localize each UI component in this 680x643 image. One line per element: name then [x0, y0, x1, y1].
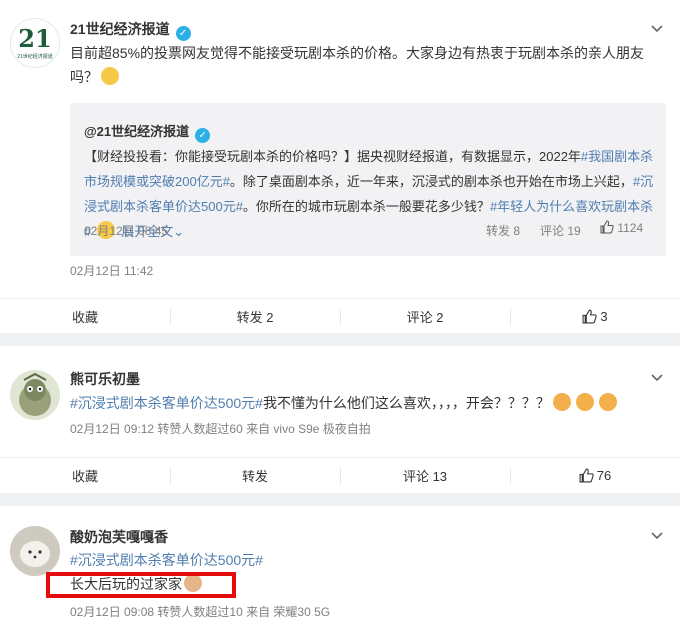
- dog-emoji-icon: [575, 393, 594, 411]
- thumbs-up-icon: [579, 468, 594, 483]
- post-topic: #沉浸式剧本杀客单价达500元#: [70, 548, 660, 572]
- thumbs-up-icon: [582, 309, 598, 324]
- quoted-repost[interactable]: 转发 8: [486, 222, 520, 239]
- quoted-post[interactable]: @21世纪经济报道 ✓ 【财经投投看：你能接受玩剧本杀的价格吗？】据央视财经报道，…: [70, 103, 666, 256]
- weibo-card-2: 熊可乐初墨 #沉浸式剧本杀客单价达500元#我不懂为什么他们这么喜欢，，，，开会…: [0, 346, 680, 493]
- author-name[interactable]: 21世纪经济报道 ✓: [70, 19, 191, 41]
- quoted-like-count[interactable]: 1124: [617, 221, 643, 235]
- repost-label[interactable]: 转发 2: [237, 307, 274, 326]
- thinking-emoji-icon: [101, 67, 119, 85]
- favorite-button[interactable]: 收藏: [0, 458, 170, 493]
- comment-label[interactable]: 评论 13: [403, 466, 447, 485]
- quoted-like[interactable]: 1124: [600, 220, 643, 235]
- highlight-box: [46, 572, 236, 598]
- comment-label[interactable]: 评论 2: [407, 307, 444, 326]
- like-count[interactable]: 3: [600, 309, 607, 324]
- logo-subtext: 21世纪经济报道: [17, 54, 53, 60]
- quoted-text-b: 。除了桌面剧本杀，近一年来，沉浸式的剧本杀也开始在市场上兴起，: [229, 174, 633, 189]
- like-button[interactable]: 3: [510, 299, 680, 334]
- post-time[interactable]: 02月12日 11:42: [70, 262, 153, 279]
- quoted-text-c: 。你所在的城市玩剧本杀一般要花多少钱？: [242, 199, 490, 214]
- comment-button[interactable]: 评论 2: [340, 299, 510, 334]
- avatar[interactable]: [10, 526, 60, 576]
- post-text-content: 目前超85%的投票网友觉得不能接受玩剧本杀的价格。大家身边有热衷于玩剧本杀的亲人…: [70, 45, 645, 85]
- dog-emoji-icon: [598, 393, 617, 411]
- post-text: #沉浸式剧本杀客单价达500元#我不懂为什么他们这么喜欢，，，，开会？？？？: [70, 391, 660, 415]
- chevron-down-icon[interactable]: [649, 370, 665, 386]
- post-meta[interactable]: 02月12日 09:12 转赞人数超过60 来自 vivo S9e 极夜自拍: [70, 420, 371, 437]
- post-meta[interactable]: 02月12日 09:08 转赞人数超过10 来自 荣耀30 5G: [70, 603, 330, 620]
- verified-icon: ✓: [195, 128, 211, 143]
- action-bar: 收藏 转发 评论 13 76: [0, 457, 680, 493]
- dog-emoji-icon: [552, 393, 571, 411]
- action-bar: 收藏 转发 2 评论 2 3: [0, 298, 680, 334]
- author-name[interactable]: 酸奶泡芙嘎嘎香: [70, 527, 168, 547]
- logo-text: 21: [18, 24, 52, 53]
- chevron-down-icon[interactable]: [649, 528, 665, 544]
- quoted-time[interactable]: 02月12日 08:45: [84, 222, 168, 239]
- post-text: 目前超85%的投票网友觉得不能接受玩剧本杀的价格。大家身边有热衷于玩剧本杀的亲人…: [70, 41, 660, 89]
- quoted-comment[interactable]: 评论 19: [540, 222, 581, 239]
- avatar-image: [19, 372, 51, 416]
- quoted-author-text[interactable]: @21世纪经济报道: [84, 124, 189, 139]
- topic-link[interactable]: #沉浸式剧本杀客单价达500元#: [70, 395, 263, 411]
- favorite-button[interactable]: 收藏: [0, 299, 170, 334]
- avatar-image: [10, 526, 60, 576]
- repost-button[interactable]: 转发 2: [170, 299, 340, 334]
- avatar[interactable]: 21 21世纪经济报道: [10, 18, 60, 68]
- verified-icon: ✓: [175, 26, 191, 41]
- favorite-label[interactable]: 收藏: [72, 307, 98, 326]
- avatar[interactable]: [10, 370, 60, 420]
- author-name-text[interactable]: 21世纪经济报道: [70, 21, 170, 37]
- like-button[interactable]: 76: [510, 458, 680, 493]
- topic-link[interactable]: #沉浸式剧本杀客单价达500元#: [70, 552, 263, 568]
- like-count[interactable]: 76: [597, 468, 611, 483]
- repost-button[interactable]: 转发: [170, 458, 340, 493]
- quoted-text-a: 【财经投投看：你能接受玩剧本杀的价格吗？】据央视财经报道，有数据显示，2022年: [84, 149, 581, 164]
- author-name[interactable]: 熊可乐初墨: [70, 369, 140, 389]
- weibo-card-1: 21 21世纪经济报道 21世纪经济报道 ✓ 目前超85%的投票网友觉得不能接受玩…: [0, 0, 680, 333]
- chevron-down-icon[interactable]: [649, 21, 665, 37]
- post-text-content: 我不懂为什么他们这么喜欢，，，，开会？？？？: [262, 395, 550, 411]
- quoted-author[interactable]: @21世纪经济报道 ✓: [84, 121, 211, 143]
- thumbs-up-icon: [600, 220, 614, 234]
- favorite-label[interactable]: 收藏: [72, 466, 98, 485]
- comment-button[interactable]: 评论 13: [340, 458, 510, 493]
- repost-label[interactable]: 转发: [242, 466, 268, 485]
